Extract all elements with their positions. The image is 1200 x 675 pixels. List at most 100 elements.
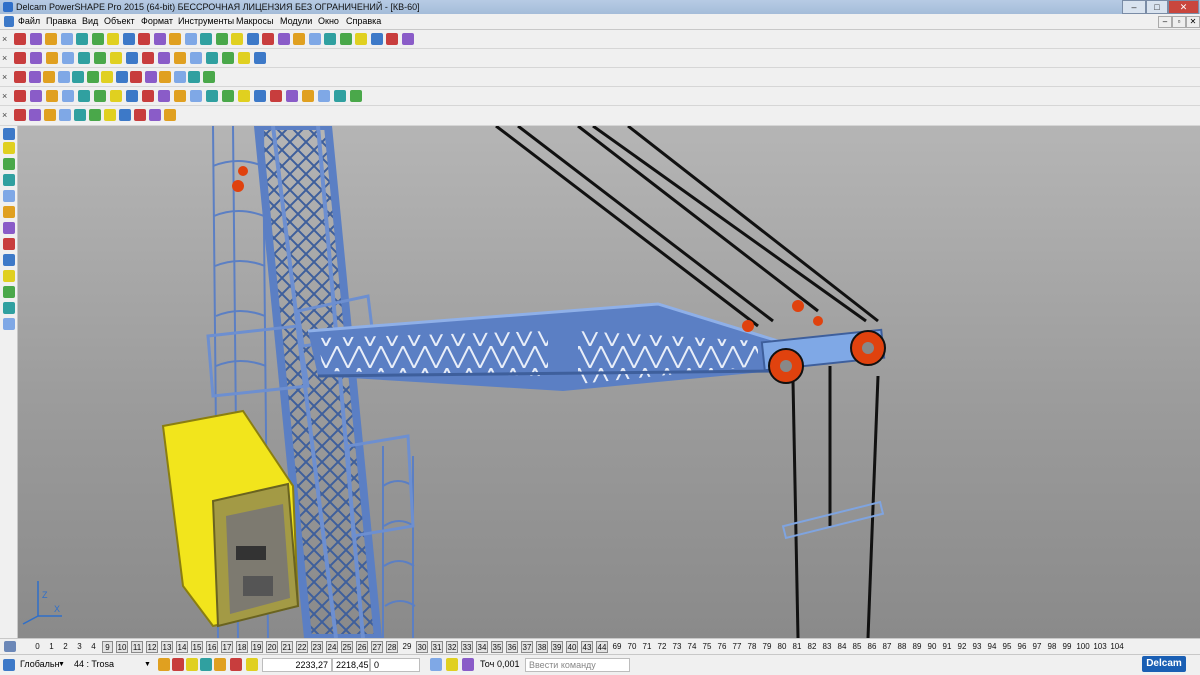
toolbar-tool-icon[interactable] (29, 33, 42, 45)
status-tool-icon[interactable] (246, 658, 258, 671)
toolbar-tool-icon[interactable] (119, 109, 131, 121)
toolbar-tool-icon[interactable] (206, 90, 218, 102)
toolbar-tool-icon[interactable] (122, 33, 135, 45)
toolbar-tool-icon[interactable] (144, 71, 157, 83)
toolbar-tool-icon[interactable] (91, 33, 104, 45)
toolbar-tool-icon[interactable] (350, 90, 362, 102)
level-button[interactable]: 69 (611, 641, 623, 653)
level-button[interactable]: 95 (1001, 641, 1013, 653)
toolbar-tool-icon[interactable] (101, 71, 113, 83)
status-tool-icon[interactable] (214, 658, 226, 671)
mdi-close-button[interactable]: ✕ (1186, 16, 1200, 28)
level-button[interactable]: 86 (866, 641, 878, 653)
level-button[interactable]: 94 (986, 641, 998, 653)
level-button[interactable]: 96 (1016, 641, 1028, 653)
level-button[interactable]: 71 (641, 641, 653, 653)
level-button[interactable]: 75 (701, 641, 713, 653)
minimize-button[interactable]: – (1122, 0, 1146, 14)
toolbar-tool-icon[interactable] (190, 90, 202, 102)
level-button[interactable]: 73 (671, 641, 683, 653)
level-button[interactable]: 24 (326, 641, 338, 653)
toolbar-tool-icon[interactable] (45, 33, 57, 45)
menu-file[interactable]: Файл (18, 16, 40, 26)
level-button[interactable]: 74 (686, 641, 698, 653)
status-tool-icon[interactable] (446, 658, 458, 671)
menu-window[interactable]: Окно (318, 16, 339, 26)
toolbar-tool-icon[interactable] (334, 90, 346, 102)
level-button[interactable]: 99 (1061, 641, 1073, 653)
toolbar-tool-icon[interactable] (107, 33, 119, 45)
toolbar-tool-icon[interactable] (293, 33, 305, 45)
toolbar-tool-icon[interactable] (169, 33, 181, 45)
toolbar-tool-icon[interactable] (78, 90, 90, 102)
level-button[interactable]: 34 (476, 641, 488, 653)
toolbar-tool-icon[interactable] (153, 33, 166, 45)
level-button[interactable]: 17 (221, 641, 233, 653)
toolbar-tool-icon[interactable] (115, 71, 128, 83)
level-button[interactable]: 100 (1076, 641, 1090, 653)
toolbar-tool-icon[interactable] (110, 52, 122, 64)
toolbar-tool-icon[interactable] (28, 71, 41, 83)
level-button[interactable]: 97 (1031, 641, 1043, 653)
level-select[interactable]: 44 : Trosa (74, 658, 150, 672)
toolbar-tool-icon[interactable] (149, 109, 161, 121)
level-button[interactable]: 18 (236, 641, 248, 653)
menu-object[interactable]: Объект (104, 16, 135, 26)
left-tool-icon[interactable] (3, 302, 15, 314)
level-button[interactable]: 85 (851, 641, 863, 653)
toolbar-tool-icon[interactable] (130, 71, 142, 83)
status-tool-icon[interactable] (172, 658, 184, 671)
toolbar-tool-icon[interactable] (14, 33, 26, 45)
toolbar-tool-icon[interactable] (222, 90, 234, 102)
toolbar-tool-icon[interactable] (174, 52, 186, 64)
level-button[interactable]: 90 (926, 641, 938, 653)
level-button[interactable]: 78 (746, 641, 758, 653)
menu-tools[interactable]: Инструменты (178, 16, 234, 26)
document-icon[interactable] (4, 16, 14, 27)
left-tool-icon[interactable] (3, 270, 15, 282)
coord-y-field[interactable]: 2218,45 (332, 658, 370, 672)
level-button[interactable]: 20 (266, 641, 278, 653)
status-tool-icon[interactable] (230, 658, 242, 671)
toolbar-tool-icon[interactable] (104, 109, 116, 121)
toolbar-tool-icon[interactable] (94, 52, 106, 64)
level-button[interactable]: 28 (386, 641, 398, 653)
level-button[interactable]: 19 (251, 641, 263, 653)
level-button[interactable]: 80 (776, 641, 788, 653)
toolbar-close-icon[interactable]: × (2, 52, 7, 64)
3d-viewport[interactable]: Z X (18, 126, 1200, 638)
level-button[interactable]: 84 (836, 641, 848, 653)
toolbar-tool-icon[interactable] (46, 90, 58, 102)
toolbar-tool-icon[interactable] (159, 71, 171, 83)
toolbar-tool-icon[interactable] (62, 90, 74, 102)
toolbar-tool-icon[interactable] (188, 71, 200, 83)
status-tool-icon[interactable] (186, 658, 198, 671)
toolbar-tool-icon[interactable] (184, 33, 197, 45)
level-button[interactable]: 9 (102, 641, 113, 653)
level-button[interactable]: 29 (401, 641, 413, 653)
toolbar-tool-icon[interactable] (222, 52, 234, 64)
toolbar-tool-icon[interactable] (318, 90, 330, 102)
level-button[interactable]: 83 (821, 641, 833, 653)
level-button[interactable]: 10 (116, 641, 128, 653)
toolbar-tool-icon[interactable] (30, 52, 42, 64)
level-button[interactable]: 12 (146, 641, 158, 653)
toolbar-tool-icon[interactable] (173, 71, 186, 83)
left-tool-icon[interactable] (3, 190, 15, 202)
toolbar-tool-icon[interactable] (126, 52, 138, 64)
level-button[interactable]: 38 (536, 641, 548, 653)
left-tool-icon[interactable] (3, 142, 15, 154)
toolbar-tool-icon[interactable] (59, 109, 71, 121)
toolbar-tool-icon[interactable] (14, 109, 26, 121)
toolbar-tool-icon[interactable] (72, 71, 84, 83)
toolbar-tool-icon[interactable] (277, 33, 290, 45)
toolbar-tool-icon[interactable] (370, 33, 383, 45)
level-button[interactable]: 89 (911, 641, 923, 653)
toolbar-tool-icon[interactable] (29, 109, 41, 121)
toolbar-tool-icon[interactable] (138, 33, 150, 45)
left-tool-icon[interactable] (3, 128, 15, 140)
toolbar-tool-icon[interactable] (89, 109, 101, 121)
toolbar-close-icon[interactable]: × (2, 90, 7, 102)
level-button[interactable]: 40 (566, 641, 578, 653)
toolbar-tool-icon[interactable] (126, 90, 138, 102)
